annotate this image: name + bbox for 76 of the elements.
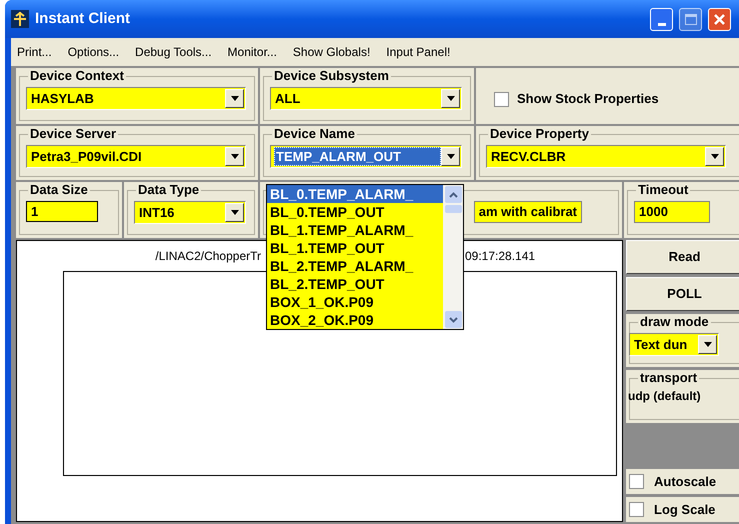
- group-label: Device Name: [272, 126, 357, 141]
- dropdown-button[interactable]: [698, 335, 717, 354]
- checkbox-label: Autoscale: [654, 472, 716, 491]
- timeout-field[interactable]: 1000: [634, 201, 710, 223]
- group-label: Device Subsystem: [272, 68, 391, 83]
- checkbox[interactable]: [494, 92, 509, 106]
- minimize-button[interactable]: [650, 8, 673, 30]
- scroll-thumb[interactable]: [444, 205, 462, 213]
- combo-box[interactable]: RECV.CLBR: [486, 145, 726, 168]
- combo-box[interactable]: Text dun: [629, 333, 719, 356]
- menu-item[interactable]: Input Panel!: [386, 43, 450, 61]
- dropdown-button[interactable]: [705, 147, 724, 166]
- caret-icon: [710, 154, 718, 159]
- dropdown-item[interactable]: BL_1.TEMP_OUT: [267, 239, 443, 257]
- dropdown-item[interactable]: BL_1.TEMP_ALARM_: [267, 221, 443, 239]
- scrollbar[interactable]: [443, 185, 463, 329]
- group-label: Data Type: [136, 182, 202, 197]
- group-label: Device Property: [488, 126, 591, 141]
- window-title: Instant Client: [35, 8, 130, 29]
- caret-icon: [230, 154, 238, 159]
- data-size-field[interactable]: 1: [26, 201, 98, 222]
- chevron-down-icon: [448, 316, 458, 322]
- menu-item[interactable]: Options...: [68, 43, 120, 61]
- close-icon: [714, 14, 725, 24]
- combo-box[interactable]: INT16: [134, 201, 246, 224]
- dropdown-button[interactable]: [225, 147, 244, 166]
- combo-box[interactable]: HASYLAB: [26, 87, 246, 110]
- dropdown-item[interactable]: BL_0.TEMP_ALARM_: [267, 185, 443, 203]
- checkbox-label: Show Stock Properties: [517, 90, 659, 108]
- caret-icon: [446, 154, 454, 159]
- combo-value: RECV.CLBR: [490, 148, 567, 165]
- dropdown-item[interactable]: BL_2.TEMP_ALARM_: [267, 257, 443, 275]
- group-label: Timeout: [636, 182, 690, 197]
- combo-value: Text dun: [633, 336, 688, 353]
- menu-item[interactable]: Show Globals!: [292, 43, 370, 61]
- menu-item[interactable]: Debug Tools...: [135, 43, 212, 61]
- checkbox[interactable]: [629, 502, 644, 517]
- dropdown-item[interactable]: BOX_2_OK.P09: [267, 311, 443, 329]
- dropdown-button[interactable]: [441, 89, 460, 108]
- combo-value: HASYLAB: [30, 90, 95, 107]
- group-label: Data Size: [28, 182, 90, 197]
- combo-box[interactable]: TEMP_ALARM_OUT: [270, 145, 462, 168]
- checkbox-label: Log Scale: [654, 500, 716, 519]
- combo-value: ALL: [274, 90, 302, 107]
- combo-value: INT16: [138, 204, 176, 221]
- dropdown-item[interactable]: BL_0.TEMP_OUT: [267, 203, 443, 221]
- scroll-up-button[interactable]: [444, 186, 462, 203]
- plot-timestamp: 09:17:28.141: [465, 248, 536, 265]
- combo-box[interactable]: Petra3_P09vil.CDI: [26, 145, 246, 168]
- caret-icon: [230, 210, 238, 215]
- close-button[interactable]: [708, 8, 731, 30]
- caret-icon: [704, 342, 712, 347]
- scroll-down-button[interactable]: [444, 311, 462, 328]
- caret-icon: [446, 96, 454, 101]
- maximize-button[interactable]: [679, 8, 702, 30]
- transport-value: udp (default): [628, 388, 702, 405]
- plot-title: /LINAC2/ChopperTr: [155, 248, 261, 265]
- caret-icon: [230, 96, 238, 101]
- combo-value: Petra3_P09vil.CDI: [30, 148, 143, 165]
- group-label: Device Server: [28, 126, 118, 141]
- group-label: Device Context: [28, 68, 126, 83]
- dropdown-button[interactable]: [225, 203, 244, 222]
- dropdown-item[interactable]: BL_2.TEMP_OUT: [267, 275, 443, 293]
- action-button[interactable]: Read: [626, 240, 739, 274]
- action-button[interactable]: POLL: [626, 277, 739, 311]
- dropdown-item[interactable]: BOX_1_OK.P09: [267, 293, 443, 311]
- combo-box[interactable]: ALL: [270, 87, 462, 110]
- dropdown-button[interactable]: [441, 147, 460, 166]
- group-label: draw mode: [638, 314, 711, 329]
- combo-value: TEMP_ALARM_OUT: [274, 147, 441, 166]
- menu-item[interactable]: Monitor...: [228, 43, 277, 61]
- menu-item[interactable]: Print...: [17, 43, 52, 61]
- checkbox[interactable]: [629, 474, 644, 489]
- chevron-up-icon: [448, 192, 458, 198]
- dropdown-button[interactable]: [225, 89, 244, 108]
- description-field: am with calibrat: [474, 201, 582, 223]
